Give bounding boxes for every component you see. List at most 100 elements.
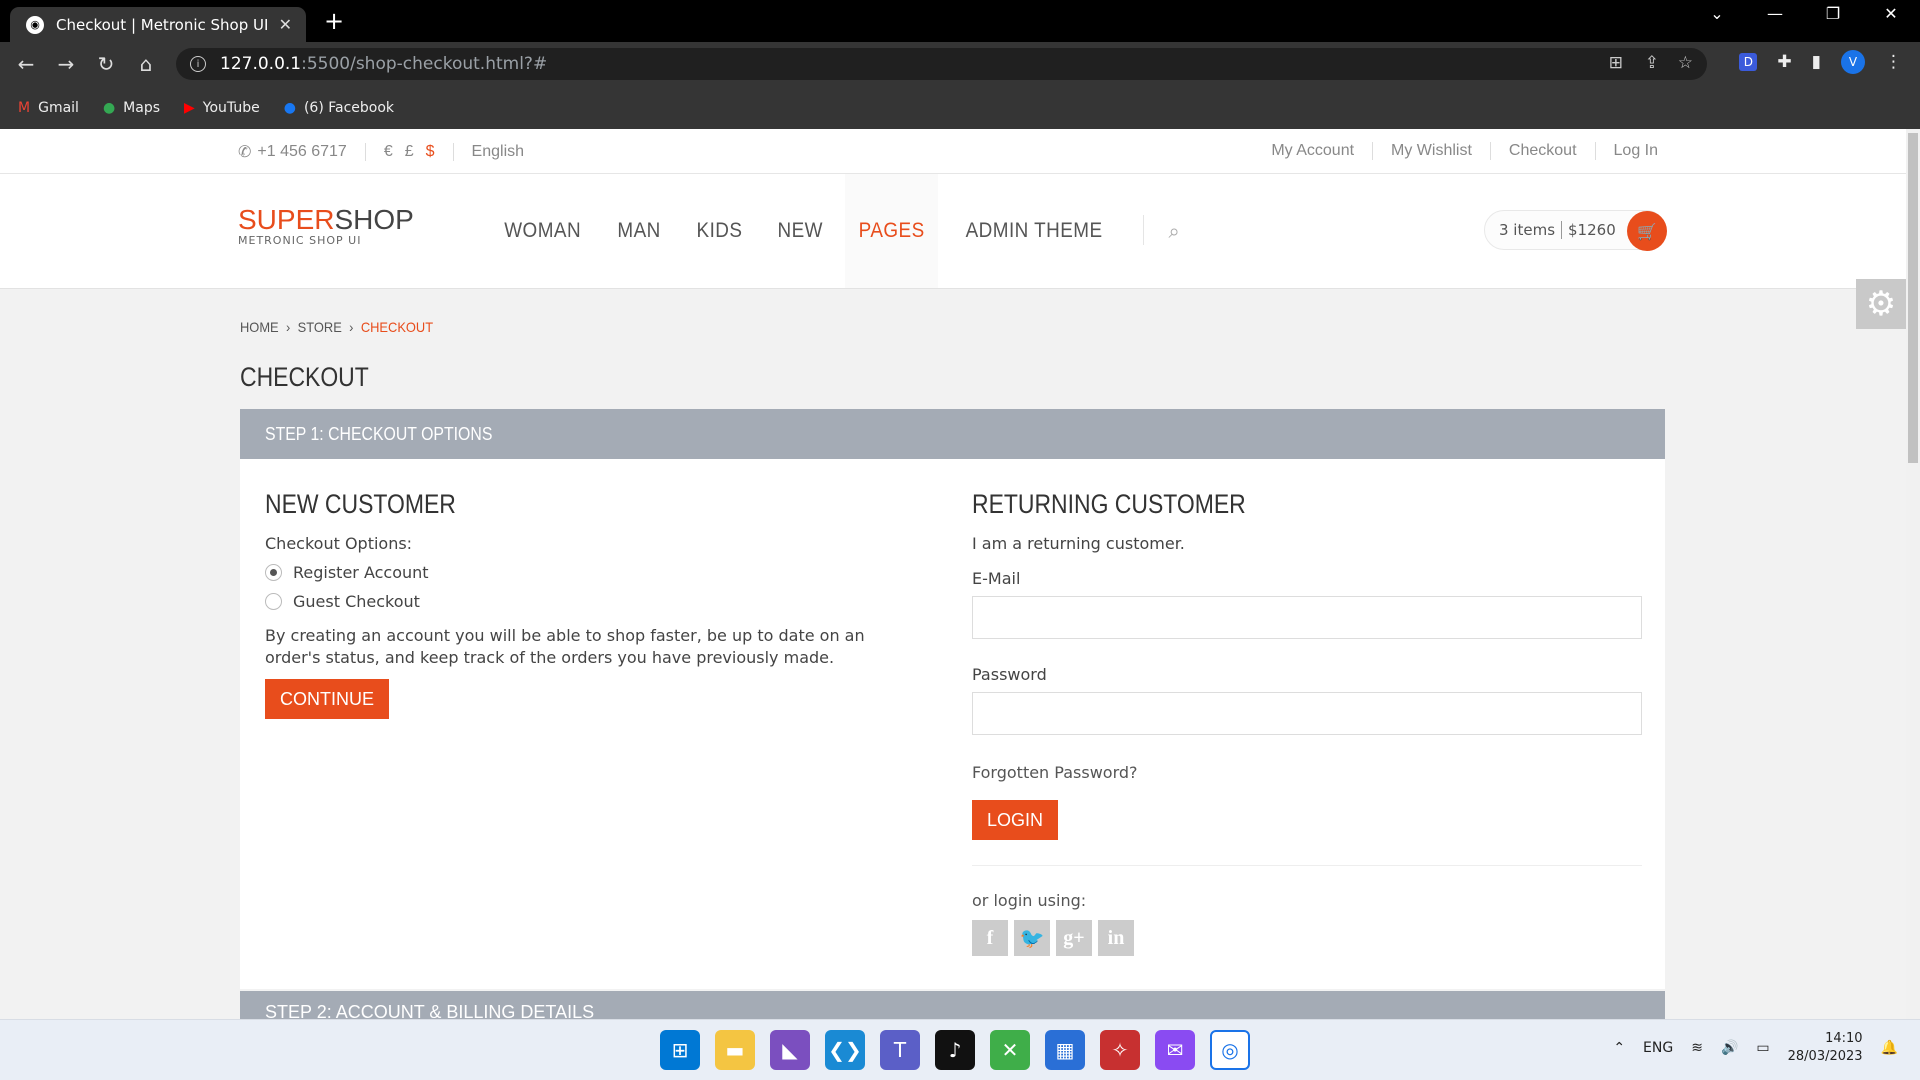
- log-in-link[interactable]: Log In: [1614, 142, 1658, 160]
- address-bar[interactable]: i 127.0.0.1:5500/shop-checkout.html?# ⊞ …: [176, 48, 1707, 80]
- menu-man[interactable]: MAN: [604, 174, 674, 288]
- social-login: f 🐦 g+ in: [972, 920, 1642, 956]
- returning-customer-heading: RETURNING CUSTOMER: [972, 489, 1246, 519]
- app-icon[interactable]: ✕: [990, 1030, 1030, 1070]
- maps-pin-icon: ●: [102, 99, 116, 116]
- email-field[interactable]: [972, 596, 1642, 639]
- bookmark-maps[interactable]: ● Maps: [103, 100, 160, 116]
- register-account-option[interactable]: Register Account: [265, 563, 905, 582]
- radio-unselected[interactable]: [265, 593, 282, 610]
- language-selector[interactable]: English: [472, 143, 524, 161]
- vscode-icon[interactable]: ❮❯: [825, 1030, 865, 1070]
- menu-dots-icon[interactable]: ⋮: [1885, 52, 1902, 72]
- battery-icon[interactable]: ▭: [1756, 1040, 1769, 1056]
- breadcrumb-store[interactable]: STORE: [298, 319, 342, 335]
- url-path: :5500/shop-checkout.html?#: [301, 54, 548, 74]
- back-icon[interactable]: ←: [6, 52, 46, 76]
- logo-super: SUPER: [238, 204, 335, 235]
- reload-icon[interactable]: ↻: [86, 52, 126, 76]
- menu-new[interactable]: NEW: [764, 174, 836, 288]
- email-label: E-Mail: [972, 569, 1021, 588]
- browser-tab[interactable]: ◉ Checkout | Metronic Shop UI ✕: [10, 7, 306, 42]
- minimize-icon[interactable]: —: [1746, 4, 1804, 23]
- twitter-icon[interactable]: 🐦: [1014, 920, 1050, 956]
- linkedin-icon[interactable]: in: [1098, 920, 1134, 956]
- bookmarks-bar: M Gmail ● Maps ▶ YouTube ● (6) Facebook: [0, 86, 1920, 129]
- guest-checkout-option[interactable]: Guest Checkout: [265, 592, 905, 611]
- forward-icon[interactable]: →: [46, 52, 86, 76]
- cart-summary[interactable]: 3 items $1260 🛒: [1484, 210, 1667, 251]
- language-indicator[interactable]: ENG: [1643, 1040, 1673, 1056]
- menu-pages[interactable]: PAGES: [845, 174, 939, 288]
- translate-icon[interactable]: ⊞: [1609, 53, 1623, 73]
- facebook-icon[interactable]: f: [972, 920, 1008, 956]
- share-icon[interactable]: ⇪: [1645, 53, 1659, 73]
- bookmark-label: (6) Facebook: [303, 99, 395, 116]
- menu-admin-theme[interactable]: ADMIN THEME: [952, 174, 1116, 288]
- my-wishlist-link[interactable]: My Wishlist: [1391, 142, 1472, 160]
- profile-avatar[interactable]: V: [1841, 50, 1865, 74]
- tab-title: Checkout | Metronic Shop UI: [56, 15, 269, 34]
- tab-search-icon[interactable]: ⌄: [1688, 4, 1746, 23]
- step2-header[interactable]: STEP 2: ACCOUNT & BILLING DETAILS: [240, 991, 1665, 1019]
- site-info-icon[interactable]: i: [190, 56, 206, 72]
- continue-button[interactable]: CONTINUE: [265, 679, 389, 719]
- taskbar-apps: ⊞ ▬ ◣ ❮❯ T ♪ ✕ ▦ ✧ ✉ ◎: [660, 1030, 1250, 1070]
- home-icon[interactable]: ⌂: [126, 52, 166, 76]
- close-window-icon[interactable]: ✕: [1862, 4, 1920, 23]
- wifi-icon[interactable]: ≋: [1691, 1040, 1703, 1056]
- radio-selected[interactable]: [265, 564, 282, 581]
- checkout-options-label: Checkout Options:: [265, 534, 413, 553]
- logo-shop: SHOP: [334, 204, 414, 235]
- bookmark-label: Gmail: [38, 99, 79, 116]
- password-field[interactable]: [972, 692, 1642, 735]
- bookmark-star-icon[interactable]: ☆: [1678, 53, 1693, 73]
- bookmark-gmail[interactable]: M Gmail: [18, 100, 79, 116]
- menu-kids[interactable]: KIDS: [683, 174, 756, 288]
- divider: [972, 865, 1642, 866]
- clock[interactable]: 14:10 28/03/2023: [1788, 1030, 1863, 1066]
- tiktok-icon[interactable]: ♪: [935, 1030, 975, 1070]
- currency-pound[interactable]: £: [405, 143, 414, 161]
- extensions-puzzle-icon[interactable]: ✚: [1777, 52, 1791, 72]
- settings-gear-icon[interactable]: ⚙: [1856, 279, 1906, 329]
- side-panel-icon[interactable]: ▮: [1812, 52, 1821, 72]
- forgotten-password-link[interactable]: Forgotten Password?: [972, 763, 1642, 782]
- clock-date: 28/03/2023: [1787, 1049, 1863, 1064]
- bookmark-youtube[interactable]: ▶ YouTube: [184, 100, 260, 116]
- menu-woman[interactable]: WOMAN: [491, 174, 595, 288]
- restore-icon[interactable]: ❐: [1804, 4, 1862, 23]
- file-explorer-icon[interactable]: ▬: [715, 1030, 755, 1070]
- breadcrumb-home[interactable]: HOME: [240, 319, 279, 335]
- phone-number: +1 456 6717: [257, 143, 347, 160]
- currency-dollar[interactable]: $: [426, 143, 435, 161]
- returning-customer-section: RETURNING CUSTOMER I am a returning cust…: [972, 489, 1642, 956]
- search-icon[interactable]: ⌕: [1162, 174, 1185, 288]
- new-tab-icon[interactable]: +: [324, 7, 344, 35]
- notifications-icon[interactable]: 🔔: [1881, 1040, 1898, 1056]
- store-icon[interactable]: ▦: [1045, 1030, 1085, 1070]
- bookmark-facebook[interactable]: ● (6) Facebook: [284, 100, 394, 116]
- account-description: By creating an account you will be able …: [265, 626, 865, 667]
- tab-close-icon[interactable]: ✕: [279, 15, 292, 34]
- chevron-up-icon[interactable]: ⌃: [1613, 1040, 1625, 1056]
- chrome-icon[interactable]: ◎: [1210, 1030, 1250, 1070]
- app-red-icon[interactable]: ✧: [1100, 1030, 1140, 1070]
- google-plus-icon[interactable]: g+: [1056, 920, 1092, 956]
- my-account-link[interactable]: My Account: [1271, 142, 1354, 160]
- checkout-link[interactable]: Checkout: [1509, 142, 1577, 160]
- start-icon[interactable]: ⊞: [660, 1030, 700, 1070]
- scrollbar-thumb[interactable]: [1908, 133, 1918, 463]
- messenger-icon[interactable]: ✉: [1155, 1030, 1195, 1070]
- step1-header[interactable]: STEP 1: CHECKOUT OPTIONS: [240, 409, 1665, 459]
- teams-icon[interactable]: T: [880, 1030, 920, 1070]
- visual-studio-icon[interactable]: ◣: [770, 1030, 810, 1070]
- cart-icon[interactable]: 🛒: [1627, 211, 1667, 251]
- volume-icon[interactable]: 🔊: [1721, 1040, 1738, 1056]
- currency-euro[interactable]: €: [384, 143, 393, 161]
- extension-d-icon[interactable]: D: [1739, 53, 1758, 71]
- login-button[interactable]: LOGIN: [972, 800, 1059, 840]
- site-logo[interactable]: SUPERSHOP METRONIC SHOP UI: [238, 204, 414, 247]
- radio-label: Register Account: [293, 563, 429, 582]
- page-scrollbar[interactable]: [1906, 129, 1920, 1019]
